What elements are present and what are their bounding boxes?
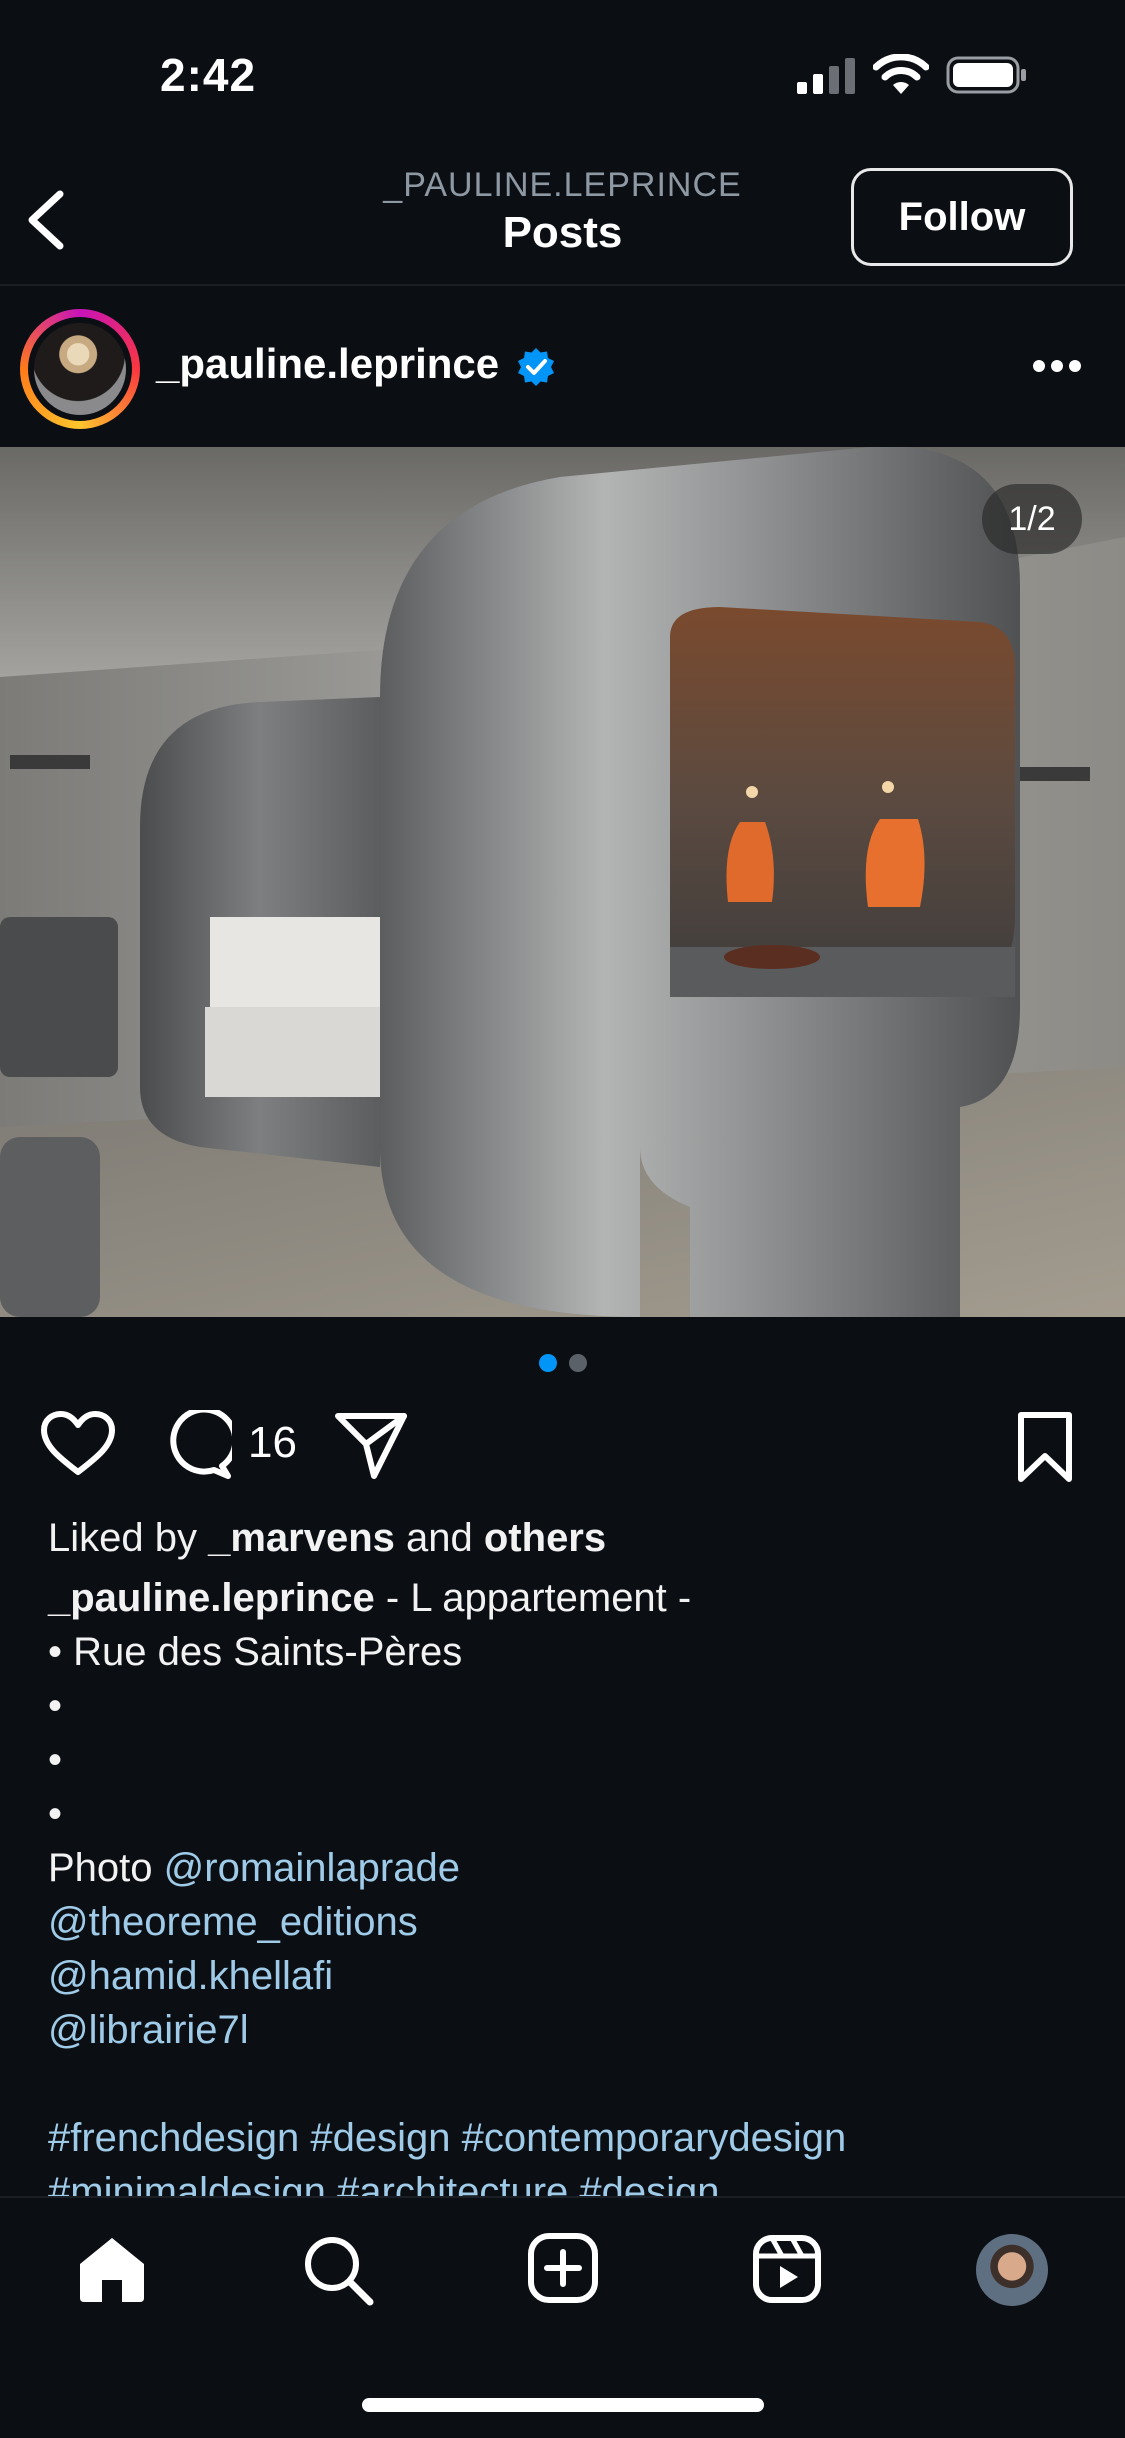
carousel-dot [569,1354,587,1372]
share-icon[interactable] [334,1410,408,1480]
cellular-signal-icon [797,58,855,94]
heart-icon[interactable] [40,1410,116,1478]
profile-avatar[interactable] [976,2234,1048,2306]
add-icon[interactable] [527,2232,599,2304]
caption-first-line: _pauline.leprince - L appartement - [48,1576,691,1621]
mention-link[interactable]: @theoreme_editions [48,1900,418,1945]
caption-line: • [48,1684,63,1728]
home-indicator [362,2398,764,2412]
liked-by-prefix: Liked by [48,1516,209,1560]
battery-icon [946,56,1026,94]
verified-badge-icon [518,348,554,386]
liked-by-others[interactable]: others [484,1516,606,1560]
caption-line: • [48,1738,63,1782]
home-icon[interactable] [76,2234,148,2304]
search-icon[interactable] [302,2234,374,2306]
reels-icon[interactable] [752,2234,822,2304]
comment-icon[interactable] [162,1410,232,1480]
liked-by-mid: and [394,1516,484,1560]
mention-link[interactable]: @romainlaprade [164,1846,460,1890]
caption-line: • [48,1792,63,1836]
caption-line: • Rue des Saints-Pères [48,1630,463,1674]
caption-text: - L appartement - [374,1576,692,1620]
caption-username[interactable]: _pauline.leprince [48,1576,375,1620]
photo-credit: Photo @romainlaprade [48,1846,460,1891]
wifi-icon [873,54,929,94]
bookmark-icon[interactable] [1016,1410,1074,1484]
post-username[interactable]: _pauline.leprince [156,340,499,388]
avatar[interactable] [34,323,126,415]
image-counter: 1/2 [982,484,1082,554]
liked-by-user[interactable]: _marvens [208,1516,395,1560]
post-image[interactable] [0,447,1125,1317]
mention-link[interactable]: @librairie7l [48,2008,249,2053]
follow-button[interactable]: Follow [851,168,1073,266]
carousel-dot-active [539,1354,557,1372]
hashtags[interactable]: #frenchdesign #design #contemporarydesig… [48,2116,846,2161]
more-options-icon[interactable] [1032,358,1082,374]
comment-count: 16 [248,1418,297,1467]
liked-by: Liked by _marvens and others [48,1516,606,1561]
photo-prefix: Photo [48,1846,164,1890]
header-divider [0,284,1125,286]
mention-link[interactable]: @hamid.khellafi [48,1954,333,1999]
status-time: 2:42 [160,49,257,101]
